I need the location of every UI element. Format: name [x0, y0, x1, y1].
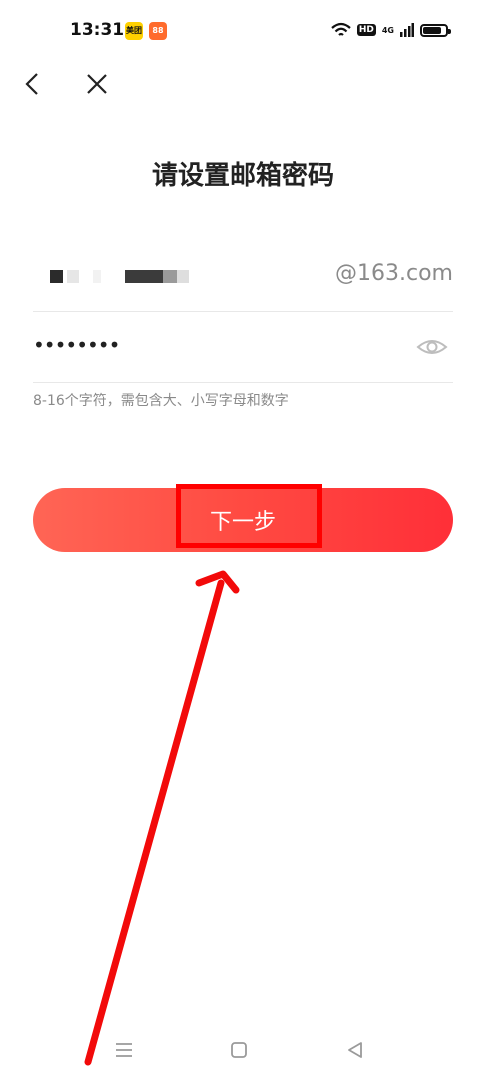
- home-icon: [231, 1042, 247, 1058]
- battery-icon: [420, 23, 451, 37]
- menu-icon: [116, 1043, 132, 1057]
- password-hint: 8-16个字符，需包含大、小写字母和数字: [33, 393, 289, 409]
- email-domain-suffix: @163.com: [335, 261, 453, 286]
- redacted-block: [177, 269, 189, 283]
- next-step-label: 下一步: [209, 510, 276, 535]
- password-input[interactable]: ••••••••: [33, 333, 120, 357]
- password-row: ••••••••: [33, 315, 453, 383]
- close-icon: [87, 74, 107, 94]
- status-indicators: HD 4G: [331, 22, 451, 38]
- page-title: 请设置邮箱密码: [151, 161, 334, 191]
- chevron-left-icon: [25, 73, 38, 95]
- hd-badge: HD: [356, 24, 376, 36]
- show-password-toggle[interactable]: [416, 333, 448, 361]
- status-bar: 13:31 美团 88 HD 4G: [0, 0, 486, 60]
- triangle-back-icon: [348, 1042, 362, 1058]
- meituan-app-badge: 美团: [125, 22, 143, 40]
- battery-fill: [423, 26, 442, 34]
- next-step-button[interactable]: 下一步: [33, 488, 453, 552]
- nav-bar: [0, 60, 486, 110]
- status-time: 13:31: [70, 20, 125, 40]
- email-row: @163.com: [33, 245, 453, 312]
- network-type-label: 4G: [381, 25, 394, 35]
- system-back-button[interactable]: [343, 1038, 367, 1062]
- redacted-block: [163, 269, 177, 283]
- wifi-icon: [331, 22, 351, 36]
- redacted-block: [67, 269, 79, 283]
- system-navigation-bar: [0, 1030, 486, 1070]
- redacted-block: [93, 269, 101, 283]
- back-button[interactable]: [14, 66, 50, 102]
- redacted-block: [50, 269, 63, 283]
- eye-icon: [416, 340, 448, 354]
- email-username-input[interactable]: [33, 245, 323, 307]
- redacted-block: [125, 269, 163, 283]
- recent-apps-button[interactable]: [112, 1038, 136, 1062]
- signal-icon: [400, 23, 414, 37]
- home-button[interactable]: [227, 1038, 251, 1062]
- app-notification-badge: 88: [149, 22, 167, 40]
- close-button[interactable]: [79, 66, 115, 102]
